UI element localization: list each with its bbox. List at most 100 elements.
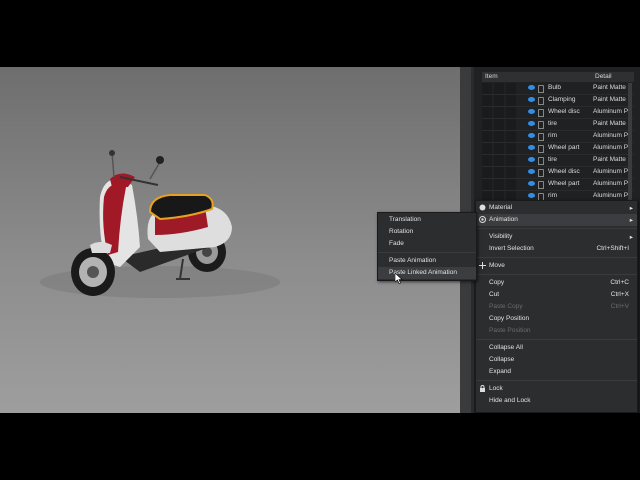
menu-item-paste-copy: Paste Copy Ctrl+V: [476, 301, 637, 313]
tree-row-detail: Paint Matte: [593, 96, 626, 103]
menu-item-label: Lock: [489, 385, 503, 392]
tree-indent: [494, 131, 504, 142]
tree-indent: [494, 107, 504, 118]
tree-indent: [494, 167, 504, 178]
menu-item-copy-position[interactable]: Copy Position: [476, 313, 637, 325]
tree-row-detail: Aluminum P: [593, 132, 629, 139]
menu-item-animation[interactable]: Animation ▸: [476, 214, 637, 226]
menu-item-label: Paste Position: [489, 327, 531, 334]
menu-item-cut[interactable]: Cut Ctrl+X: [476, 289, 637, 301]
visibility-eye-icon[interactable]: [528, 157, 535, 162]
menu-item-label: Invert Selection: [489, 245, 534, 252]
visibility-eye-icon[interactable]: [528, 145, 535, 150]
tree-indent: [494, 179, 504, 190]
visibility-eye-icon[interactable]: [528, 109, 535, 114]
menu-item-label: Collapse All: [489, 344, 523, 351]
tree-row[interactable]: tire Paint Matte: [482, 119, 634, 131]
tree-row[interactable]: Wheel part Aluminum P: [482, 143, 634, 155]
context-menu: Material ▸ Animation ▸ Visibility ▸ Invert Sel…: [475, 200, 638, 413]
submenu-arrow-icon: ▸: [629, 234, 633, 241]
mouse-cursor-icon: [395, 273, 403, 284]
tree-indent: [506, 131, 516, 142]
menu-item-copy[interactable]: Copy Ctrl+C: [476, 277, 637, 289]
submenu-arrow-icon: ▸: [629, 205, 633, 212]
tree-row-name: Bulb: [548, 84, 562, 91]
menu-item-collapse[interactable]: Collapse: [476, 354, 637, 366]
submenu-item-fade[interactable]: Fade: [378, 238, 476, 250]
menu-item-shortcut: Ctrl+X: [610, 291, 629, 298]
lock-icon[interactable]: [538, 181, 544, 189]
lock-icon[interactable]: [538, 85, 544, 93]
tree-indent: [482, 107, 492, 118]
tree-row[interactable]: tire Paint Matte: [482, 155, 634, 167]
menu-item-invert-selection[interactable]: Invert Selection Ctrl+Shift+I: [476, 243, 637, 255]
tree-row[interactable]: Clamping Paint Matte: [482, 95, 634, 107]
menu-item-label: Visibility: [489, 233, 513, 240]
tree-row[interactable]: rim Aluminum P: [482, 131, 634, 143]
tree-row-name: Wheel disc: [548, 168, 580, 175]
tree-indent: [506, 119, 516, 130]
lock-icon[interactable]: [538, 97, 544, 105]
lock-icon[interactable]: [538, 157, 544, 165]
menu-item-paste-position: Paste Position: [476, 325, 637, 337]
tree-row-name: rim: [548, 192, 558, 199]
tree-row-detail: Paint Matte: [593, 120, 626, 127]
tree-row-detail: Aluminum P: [593, 108, 629, 115]
tree-indent: [506, 143, 516, 154]
submenu-item-paste-animation[interactable]: Paste Animation: [378, 255, 476, 267]
submenu-item-label: Translation: [389, 216, 421, 223]
tree-indent: [482, 179, 492, 190]
submenu-item-label: Rotation: [389, 228, 414, 235]
tree-row-detail: Aluminum P: [593, 144, 629, 151]
tree-indent: [494, 95, 504, 106]
menu-item-visibility[interactable]: Visibility ▸: [476, 231, 637, 243]
visibility-eye-icon[interactable]: [528, 181, 535, 186]
tree-row-name: Clamping: [548, 96, 576, 103]
submenu-item-translation[interactable]: Translation: [378, 214, 476, 226]
tree-row[interactable]: Wheel disc Aluminum P: [482, 167, 634, 179]
menu-item-label: Copy: [489, 279, 505, 286]
tree-row-name: Wheel disc: [548, 108, 580, 115]
tree-row[interactable]: Bulb Paint Matte: [482, 83, 634, 95]
tree-row-detail: Paint Matte: [593, 84, 626, 91]
lock-icon[interactable]: [538, 121, 544, 129]
visibility-eye-icon[interactable]: [528, 121, 535, 126]
visibility-eye-icon[interactable]: [528, 133, 535, 138]
tree-row-detail: Aluminum P: [593, 168, 629, 175]
menu-item-expand[interactable]: Expand: [476, 366, 637, 378]
lock-icon[interactable]: [538, 109, 544, 117]
tree-row-name: Wheel part: [548, 144, 580, 151]
tree-indent: [494, 119, 504, 130]
menu-item-label: Material: [489, 204, 513, 211]
tree-indent: [506, 95, 516, 106]
column-detail[interactable]: Detail: [595, 73, 612, 80]
menu-item-material[interactable]: Material ▸: [476, 202, 637, 214]
tree-row[interactable]: Wheel part Aluminum P: [482, 179, 634, 191]
tree-row[interactable]: Wheel disc Aluminum P: [482, 107, 634, 119]
menu-separator: [476, 339, 637, 340]
tree-indent: [494, 83, 504, 94]
visibility-eye-icon[interactable]: [528, 169, 535, 174]
tree-row-detail: Paint Matte: [593, 156, 626, 163]
tree-indent: [506, 107, 516, 118]
menu-item-move[interactable]: Move: [476, 260, 637, 272]
column-item[interactable]: Item: [485, 73, 498, 80]
menu-item-lock[interactable]: Lock: [476, 383, 637, 395]
lock-icon[interactable]: [538, 133, 544, 141]
visibility-eye-icon[interactable]: [528, 193, 535, 198]
lock-icon[interactable]: [538, 145, 544, 153]
menu-item-label: Paste Copy: [489, 303, 523, 310]
tree-indent: [482, 83, 492, 94]
animation-submenu: Translation Rotation Fade Paste Animation Pa…: [377, 212, 477, 281]
menu-item-collapse-all[interactable]: Collapse All: [476, 342, 637, 354]
tree-row-name: tire: [548, 120, 558, 127]
visibility-eye-icon[interactable]: [528, 85, 535, 90]
menu-item-hide-and-lock[interactable]: Hide and Lock: [476, 395, 637, 407]
tree-scrollbar[interactable]: [628, 83, 632, 201]
submenu-item-rotation[interactable]: Rotation: [378, 226, 476, 238]
menu-item-label: Collapse: [489, 356, 515, 363]
tree-row-detail: Aluminum P: [593, 180, 629, 187]
visibility-eye-icon[interactable]: [528, 97, 535, 102]
lock-icon[interactable]: [538, 169, 544, 177]
submenu-item-paste-linked-animation[interactable]: Paste Linked Animation: [378, 267, 476, 279]
